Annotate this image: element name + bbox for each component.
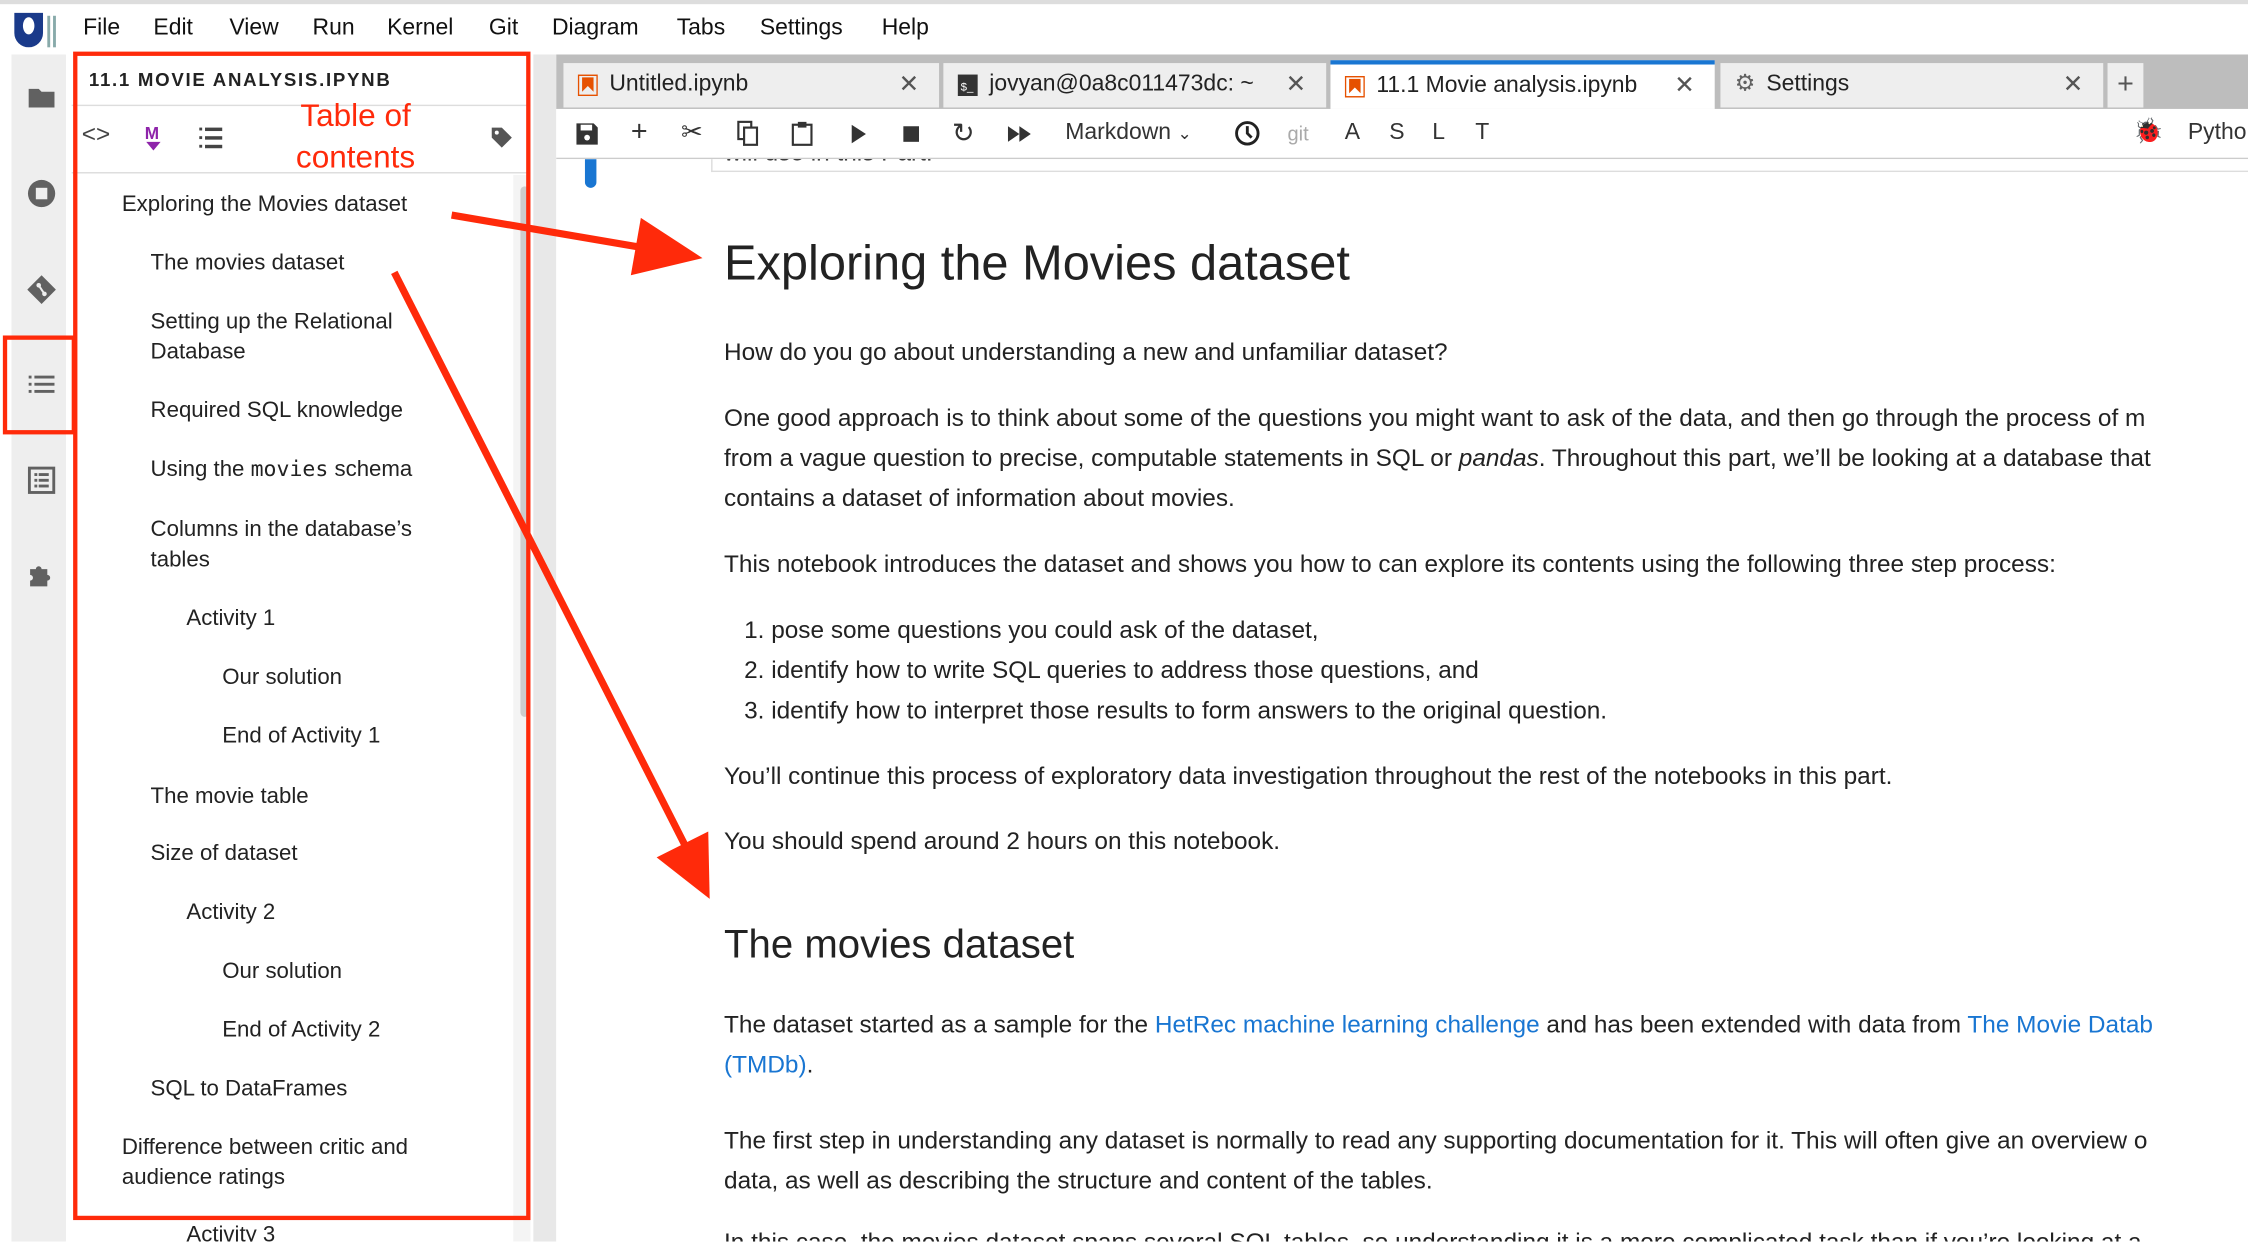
add-cell-icon[interactable]: +	[631, 116, 648, 149]
tmdb-link-cont[interactable]: (TMDb)	[724, 1051, 807, 1078]
notebook-icon	[1344, 75, 1365, 98]
fast-forward-icon[interactable]	[1007, 126, 1031, 142]
toc-item[interactable]: Activity 3	[186, 1220, 487, 1242]
notebook-content: will use in this Part. Exploring the Mov…	[556, 159, 2248, 1242]
text: . Throughout this part, we’ll be looking…	[1538, 444, 2151, 472]
tab-untitled[interactable]: Untitled.ipynb ✕	[563, 63, 940, 108]
menu-help[interactable]: Help	[882, 16, 929, 42]
new-tab-button[interactable]: +	[2107, 63, 2144, 108]
annotation-line: contents	[295, 139, 416, 175]
extension-icon[interactable]	[27, 561, 56, 590]
menu-git[interactable]: Git	[489, 16, 518, 42]
paragraph: This notebook introduces the dataset and…	[724, 550, 2056, 578]
toolbar-l-button[interactable]: L	[1432, 120, 1445, 146]
terminal-icon: $_	[957, 74, 978, 97]
toolbar-t-button[interactable]: T	[1475, 120, 1489, 146]
paragraph: You’ll continue this process of explorat…	[724, 762, 1893, 790]
close-icon[interactable]: ✕	[1674, 72, 1694, 101]
tab-label: Settings	[1766, 71, 1850, 97]
paragraph: contains a dataset of information about …	[724, 484, 1235, 512]
paragraph: data, as well as describing the structur…	[724, 1167, 1433, 1195]
tab-label: jovyan@0a8c011473dc: ~	[989, 71, 1254, 97]
left-icon-sidebar	[11, 54, 66, 1242]
close-icon[interactable]: ✕	[899, 70, 919, 99]
menu-run[interactable]: Run	[313, 16, 355, 42]
hetrec-link[interactable]: HetRec machine learning challenge	[1155, 1011, 1540, 1038]
gear-icon: ⚙	[1734, 71, 1756, 97]
folder-icon[interactable]	[27, 83, 56, 112]
menu-diagram[interactable]: Diagram	[552, 16, 639, 42]
tab-settings[interactable]: ⚙ Settings ✕	[1720, 63, 2104, 108]
paragraph: The dataset started as a sample for the …	[724, 1011, 2153, 1040]
tab-movie-analysis[interactable]: 11.1 Movie analysis.ipynb ✕	[1330, 60, 1715, 109]
text: The dataset started as a sample for the	[724, 1010, 1155, 1038]
text: from a vague question to precise, comput…	[724, 444, 1459, 472]
cell-type-value: Markdown	[1065, 120, 1172, 145]
toolbar-s-button[interactable]: S	[1389, 120, 1404, 146]
cut-icon[interactable]: ✂	[681, 118, 703, 148]
menu-edit[interactable]: Edit	[153, 16, 193, 42]
tab-terminal[interactable]: $_ jovyan@0a8c011473dc: ~ ✕	[943, 63, 1327, 108]
save-icon[interactable]	[576, 123, 598, 145]
debugger-bug-icon[interactable]: 🐞	[2133, 118, 2163, 147]
svg-text:$_: $_	[961, 81, 974, 93]
text: .	[806, 1050, 814, 1079]
cell-type-select[interactable]: Markdown ⌄	[1065, 120, 1192, 146]
emphasis-pandas: pandas	[1458, 444, 1539, 472]
list-item-text: identify how to write SQL queries to add…	[771, 656, 1479, 684]
previous-cell-text: will use in this Part.	[724, 159, 933, 168]
menu-view[interactable]: View	[229, 16, 278, 42]
panel-splitter[interactable]	[533, 54, 557, 1242]
clock-icon[interactable]	[1234, 120, 1260, 146]
run-icon[interactable]	[851, 124, 866, 144]
notebook-icon	[577, 74, 598, 97]
list-item: 2. identify how to write SQL queries to …	[744, 656, 1479, 684]
menu-settings[interactable]: Settings	[760, 16, 843, 42]
menu-tabs[interactable]: Tabs	[677, 16, 725, 42]
menu-bar: File Edit View Run Kernel Git Diagram Ta…	[0, 4, 2248, 54]
menu-file[interactable]: File	[83, 16, 120, 42]
kernel-name[interactable]: Python	[2188, 120, 2248, 146]
heading-exploring: Exploring the Movies dataset	[724, 236, 1350, 292]
paragraph: from a vague question to precise, comput…	[724, 444, 2151, 473]
property-inspector-icon[interactable]	[27, 466, 56, 495]
chevron-down-icon: ⌄	[1177, 123, 1192, 144]
menu-kernel[interactable]: Kernel	[387, 16, 453, 42]
annotation-toc-highlight	[73, 51, 531, 1221]
copy-icon[interactable]	[737, 120, 759, 146]
active-cell-marker	[584, 159, 597, 188]
tab-label: 11.1 Movie analysis.ipynb	[1376, 73, 1638, 98]
paragraph: You should spend around 2 hours on this …	[724, 827, 1281, 855]
annotation-toc-icon-highlight	[2, 335, 76, 435]
tmdb-link[interactable]: The Movie Datab	[1967, 1011, 2153, 1038]
paste-icon[interactable]	[791, 120, 813, 146]
tab-label: Untitled.ipynb	[609, 71, 749, 97]
running-icon[interactable]	[27, 179, 56, 208]
open-university-logo-icon	[14, 12, 56, 48]
paragraph: How do you go about understanding a new …	[724, 338, 1448, 366]
stop-icon[interactable]	[903, 126, 920, 142]
paragraph: One good approach is to think about some…	[724, 404, 2146, 432]
close-icon[interactable]: ✕	[2063, 70, 2083, 99]
git-button[interactable]: git	[1287, 122, 1308, 145]
restart-icon[interactable]: ↻	[952, 118, 975, 151]
paragraph: (TMDb).	[724, 1051, 813, 1080]
annotation-line: Table of	[300, 97, 411, 134]
toolbar-a-button[interactable]: A	[1345, 120, 1360, 146]
annotation-label: Table of contents	[284, 95, 427, 178]
git-icon[interactable]	[27, 275, 56, 304]
list-item-text: pose some questions you could ask of the…	[771, 616, 1319, 644]
list-item-text: identify how to interpret those results …	[771, 696, 1608, 725]
list-item: 1. pose some questions you could ask of …	[744, 616, 1319, 644]
heading-movies-dataset: The movies dataset	[724, 921, 1075, 967]
paragraph: The first step in understanding any data…	[724, 1126, 2148, 1155]
paragraph: In this case, the movies dataset spans s…	[724, 1229, 2142, 1242]
previous-cell[interactable]	[711, 159, 2248, 173]
text: and has been extended with data from	[1539, 1010, 1968, 1038]
close-icon[interactable]: ✕	[1286, 70, 1306, 99]
list-item: 3. identify how to interpret those resul…	[744, 696, 1608, 725]
